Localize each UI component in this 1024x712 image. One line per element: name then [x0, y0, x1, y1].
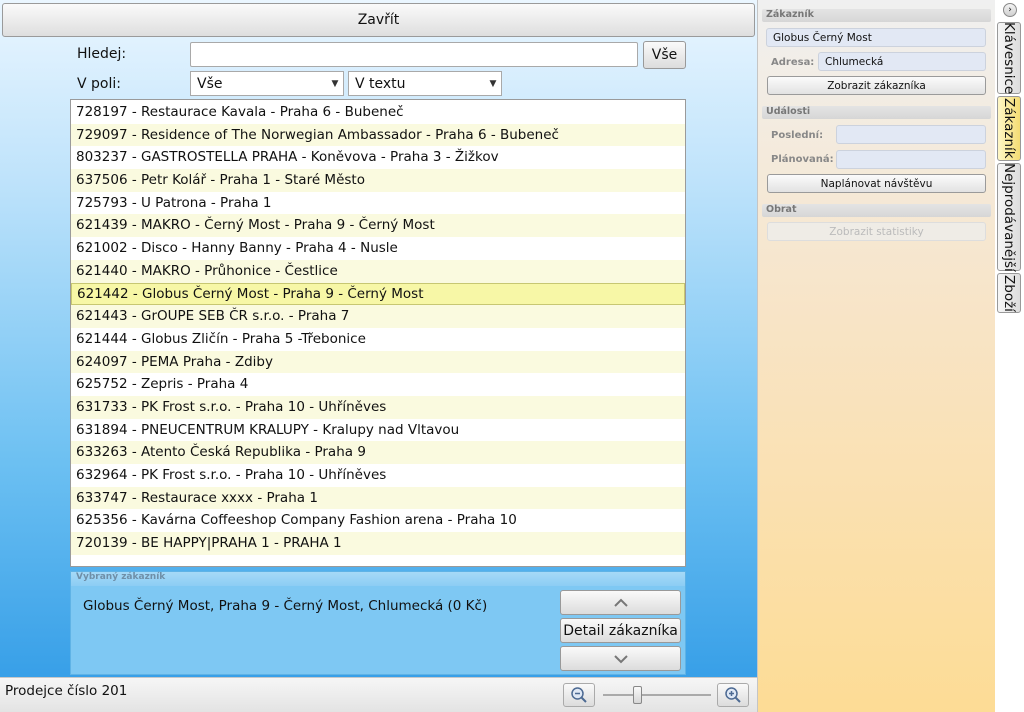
field-select-value: Vše: [197, 75, 223, 92]
show-all-button[interactable]: Vše: [643, 41, 686, 69]
selected-customer-header: Vybraný zákazník: [71, 572, 685, 586]
scroll-up-button[interactable]: [560, 590, 681, 615]
chevron-down-icon: ▼: [489, 78, 497, 89]
customer-list-item[interactable]: 803237 - GASTROSTELLA PRAHA - Koněvova -…: [71, 146, 685, 169]
last-visit-field: [836, 125, 986, 144]
customer-section-header: Zákazník: [762, 9, 991, 22]
last-visit-label: Poslední:: [771, 130, 824, 141]
mode-select[interactable]: V textu ▼: [348, 71, 502, 96]
customer-list-item[interactable]: 637506 - Petr Kolář - Praha 1 - Staré Mě…: [71, 169, 685, 192]
customer-list-item[interactable]: 725793 - U Patrona - Praha 1: [71, 192, 685, 215]
address-label: Adresa:: [771, 57, 815, 68]
customer-list-item[interactable]: 728197 - Restaurace Kavala - Praha 6 - B…: [71, 101, 685, 124]
chevron-down-icon: ▼: [331, 78, 339, 89]
customer-list-item[interactable]: 633747 - Restaurace xxxx - Praha 1: [71, 486, 685, 510]
turnover-section-header: Obrat: [762, 204, 991, 217]
show-statistics-button[interactable]: Zobrazit statistiky: [767, 222, 986, 241]
search-label: Hledej:: [77, 46, 127, 62]
customer-list-item[interactable]: 624097 - PEMA Praha - Zdiby: [71, 350, 685, 374]
customer-list-item[interactable]: 621442 - Globus Černý Most - Praha 9 - Č…: [71, 282, 685, 306]
customer-name-field: Globus Černý Most: [766, 28, 986, 47]
tab-keyboard[interactable]: Klávesnice: [997, 22, 1021, 94]
customer-sidebar: Zákazník Globus Černý Most Adresa: Chlum…: [757, 0, 995, 712]
zoom-slider-thumb[interactable]: [633, 686, 643, 704]
customer-list-item[interactable]: 621439 - MAKRO - Černý Most - Praha 9 - …: [71, 214, 685, 238]
customer-list-item[interactable]: 720139 - BE HAPPY|PRAHA 1 - PRAHA 1: [71, 532, 685, 555]
customer-list[interactable]: 728197 - Restaurace Kavala - Praha 6 - B…: [70, 99, 686, 567]
zoom-out-icon: [571, 687, 587, 703]
vertical-tab-bar: › Klávesnice Zákazník Nejprodávanější Zb…: [995, 0, 1024, 712]
detail-customer-button[interactable]: Detail zákazníka: [560, 618, 681, 643]
chevron-up-icon: [613, 598, 628, 607]
seller-label: Prodejce číslo 201: [5, 683, 128, 699]
customer-list-item[interactable]: 621443 - GrOUPE SEB ČR s.r.o. - Praha 7: [71, 305, 685, 328]
selected-customer-panel: Vybraný zákazník Globus Černý Most, Prah…: [70, 571, 686, 675]
customer-list-item[interactable]: 632964 - PK Frost s.r.o. - Praha 10 - Uh…: [71, 464, 685, 487]
zoom-in-icon: [725, 687, 741, 703]
status-bar: Prodejce číslo 201: [0, 677, 757, 712]
collapse-arrow-icon[interactable]: ›: [1003, 3, 1017, 17]
customer-list-item[interactable]: 621444 - Globus Zličín - Praha 5 -Třebon…: [71, 328, 685, 351]
tab-goods[interactable]: Zboží: [997, 273, 1021, 313]
selected-customer-text: Globus Černý Most, Praha 9 - Černý Most,…: [83, 598, 488, 614]
planned-visit-label: Plánovaná:: [771, 154, 834, 165]
chevron-down-icon: [613, 654, 628, 663]
scroll-down-button[interactable]: [560, 646, 681, 671]
customer-list-item[interactable]: 631894 - PNEUCENTRUM KRALUPY - Kralupy n…: [71, 419, 685, 442]
customer-list-item[interactable]: 631733 - PK Frost s.r.o. - Praha 10 - Uh…: [71, 395, 685, 419]
tab-bestsellers[interactable]: Nejprodávanější: [997, 163, 1021, 271]
address-field: Chlumecká: [818, 52, 986, 71]
field-filter-label: V poli:: [77, 76, 121, 92]
main-panel: Zavřít Hledej: Vše V poli: Vše ▼ V textu…: [0, 0, 757, 712]
customer-list-item[interactable]: 729097 - Residence of The Norwegian Amba…: [71, 123, 685, 147]
field-select[interactable]: Vše ▼: [190, 71, 344, 96]
zoom-in-button[interactable]: [717, 683, 749, 707]
customer-list-item[interactable]: 621440 - MAKRO - Průhonice - Čestlice: [71, 259, 685, 283]
search-input[interactable]: [190, 42, 638, 67]
events-section-header: Události: [762, 106, 991, 119]
close-button[interactable]: Zavřít: [2, 3, 755, 37]
mode-select-value: V textu: [355, 75, 406, 92]
customer-list-item[interactable]: 625752 - Zepris - Praha 4: [71, 373, 685, 396]
customer-list-item[interactable]: 621002 - Disco - Hanny Banny - Praha 4 -…: [71, 237, 685, 260]
zoom-slider-track[interactable]: [603, 694, 711, 696]
zoom-out-button[interactable]: [563, 683, 595, 707]
show-customer-button[interactable]: Zobrazit zákazníka: [767, 76, 986, 95]
planned-visit-field: [836, 150, 986, 169]
plan-visit-button[interactable]: Naplánovat návštěvu: [767, 174, 986, 193]
customer-list-item[interactable]: 633263 - Atento Česká Republika - Praha …: [71, 441, 685, 464]
tab-customer[interactable]: Zákazník: [997, 96, 1021, 161]
customer-list-item[interactable]: 625356 - Kavárna Coffeeshop Company Fash…: [71, 509, 685, 532]
